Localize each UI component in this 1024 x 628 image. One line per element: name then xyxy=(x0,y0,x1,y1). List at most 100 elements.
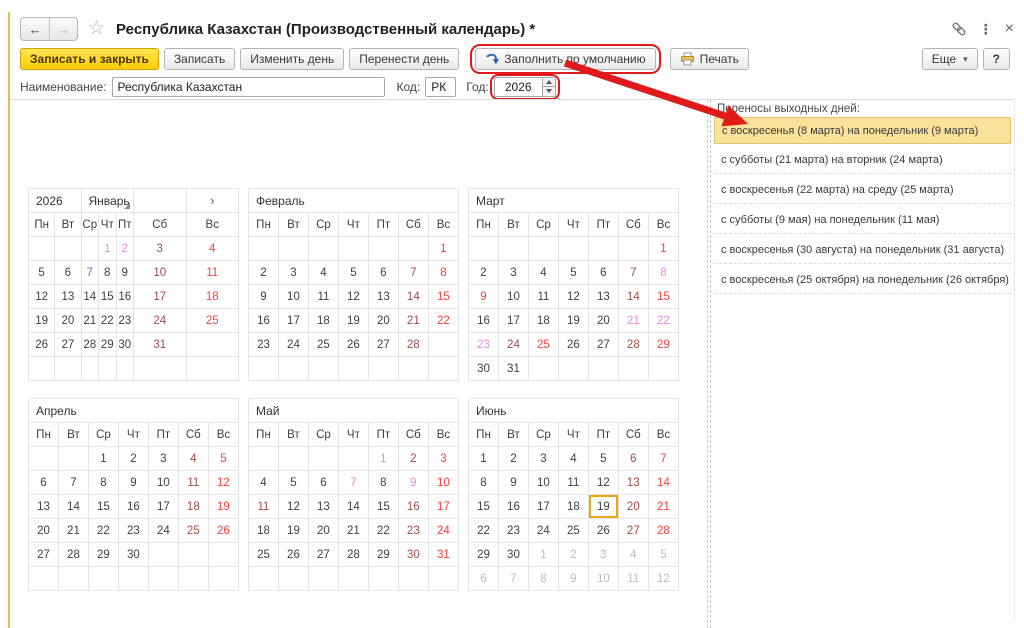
day-cell[interactable]: 20 xyxy=(368,309,398,333)
more-menu-icon[interactable]: ⋮ xyxy=(979,21,993,37)
day-cell[interactable]: 1 xyxy=(469,447,499,471)
day-cell[interactable]: 11 xyxy=(249,495,279,519)
day-cell[interactable]: 28 xyxy=(338,543,368,567)
day-cell[interactable]: 26 xyxy=(338,333,368,357)
more-button[interactable]: Еще ▾ xyxy=(922,48,978,70)
day-cell[interactable]: 26 xyxy=(29,333,55,357)
day-cell[interactable]: 1 xyxy=(428,237,458,261)
day-cell[interactable]: 27 xyxy=(618,519,648,543)
day-cell[interactable]: 19 xyxy=(29,309,55,333)
day-cell[interactable]: 12 xyxy=(29,285,55,309)
day-cell[interactable]: 21 xyxy=(58,519,88,543)
day-cell[interactable]: 19 xyxy=(278,519,308,543)
day-cell[interactable]: 16 xyxy=(118,495,148,519)
day-cell[interactable]: 3 xyxy=(278,261,308,285)
day-cell[interactable]: 31 xyxy=(134,333,187,357)
day-cell[interactable]: 30 xyxy=(398,543,428,567)
day-cell[interactable]: 6 xyxy=(469,567,499,591)
month-dropdown[interactable]: Январь xyxy=(81,189,134,213)
forward-button[interactable]: → xyxy=(49,18,77,40)
day-cell[interactable]: 20 xyxy=(29,519,59,543)
day-cell[interactable]: 9 xyxy=(118,471,148,495)
day-cell[interactable]: 8 xyxy=(88,471,118,495)
year-spinner[interactable]: 2026 xyxy=(494,77,556,97)
transfer-item[interactable]: с воскресенья (22 марта) на среду (25 ма… xyxy=(714,177,1011,204)
day-cell[interactable]: 13 xyxy=(368,285,398,309)
day-cell[interactable]: 27 xyxy=(29,543,59,567)
day-cell[interactable]: 29 xyxy=(88,543,118,567)
day-cell[interactable]: 22 xyxy=(469,519,499,543)
day-cell[interactable]: 3 xyxy=(428,447,458,471)
day-cell[interactable]: 10 xyxy=(588,567,618,591)
day-cell[interactable]: 14 xyxy=(58,495,88,519)
day-cell[interactable]: 10 xyxy=(428,471,458,495)
day-cell[interactable]: 20 xyxy=(308,519,338,543)
day-cell[interactable]: 6 xyxy=(618,447,648,471)
day-cell[interactable]: 2 xyxy=(498,447,528,471)
day-cell[interactable]: 6 xyxy=(308,471,338,495)
day-cell[interactable]: 2 xyxy=(116,237,134,261)
day-cell[interactable]: 7 xyxy=(398,261,428,285)
day-cell[interactable]: 7 xyxy=(338,471,368,495)
day-cell[interactable]: 18 xyxy=(249,519,279,543)
change-day-button[interactable]: Изменить день xyxy=(240,48,344,70)
day-cell[interactable]: 11 xyxy=(558,471,588,495)
day-cell[interactable]: 5 xyxy=(558,261,588,285)
day-cell[interactable]: 25 xyxy=(186,309,239,333)
day-cell[interactable]: 17 xyxy=(498,309,528,333)
day-cell[interactable]: 11 xyxy=(308,285,338,309)
day-cell[interactable]: 25 xyxy=(178,519,208,543)
day-cell[interactable]: 11 xyxy=(618,567,648,591)
day-cell[interactable]: 9 xyxy=(469,285,499,309)
day-cell[interactable]: 21 xyxy=(398,309,428,333)
day-cell[interactable]: 23 xyxy=(118,519,148,543)
name-input[interactable] xyxy=(112,77,385,97)
transfer-item[interactable]: с воскресенья (8 марта) на понедельник (… xyxy=(714,117,1011,144)
day-cell[interactable]: 3 xyxy=(588,543,618,567)
day-cell[interactable]: 30 xyxy=(469,357,499,381)
day-cell[interactable]: 6 xyxy=(55,261,81,285)
day-cell[interactable]: 9 xyxy=(249,285,279,309)
day-cell[interactable]: 3 xyxy=(528,447,558,471)
day-cell[interactable]: 12 xyxy=(208,471,238,495)
day-cell[interactable]: 13 xyxy=(55,285,81,309)
day-cell[interactable]: 24 xyxy=(528,519,558,543)
day-cell[interactable]: 6 xyxy=(588,261,618,285)
day-cell[interactable]: 28 xyxy=(398,333,428,357)
day-cell[interactable]: 23 xyxy=(469,333,499,357)
day-cell[interactable]: 4 xyxy=(558,447,588,471)
day-cell[interactable]: 2 xyxy=(558,543,588,567)
day-cell[interactable]: 26 xyxy=(278,543,308,567)
day-cell[interactable]: 22 xyxy=(428,309,458,333)
day-cell[interactable]: 16 xyxy=(116,285,134,309)
day-cell[interactable]: 23 xyxy=(249,333,279,357)
day-cell[interactable]: 17 xyxy=(148,495,178,519)
day-cell[interactable]: 7 xyxy=(81,261,99,285)
day-cell[interactable]: 1 xyxy=(648,237,678,261)
day-cell[interactable]: 9 xyxy=(498,471,528,495)
day-cell[interactable]: 7 xyxy=(648,447,678,471)
day-cell[interactable]: 6 xyxy=(368,261,398,285)
day-cell[interactable]: 21 xyxy=(338,519,368,543)
day-cell[interactable]: 20 xyxy=(55,309,81,333)
day-cell[interactable]: 2 xyxy=(249,261,279,285)
day-cell[interactable]: 29 xyxy=(469,543,499,567)
day-cell[interactable]: 17 xyxy=(428,495,458,519)
day-cell[interactable]: 15 xyxy=(99,285,117,309)
day-cell[interactable]: 16 xyxy=(498,495,528,519)
day-cell[interactable]: 17 xyxy=(134,285,187,309)
day-cell[interactable]: 10 xyxy=(148,471,178,495)
day-cell[interactable]: 15 xyxy=(469,495,499,519)
day-cell[interactable]: 24 xyxy=(428,519,458,543)
day-cell[interactable]: 8 xyxy=(428,261,458,285)
day-cell[interactable]: 26 xyxy=(588,519,618,543)
print-button[interactable]: Печать xyxy=(670,48,749,70)
day-cell[interactable]: 24 xyxy=(498,333,528,357)
spin-down-icon[interactable] xyxy=(543,86,555,96)
day-cell[interactable]: 5 xyxy=(29,261,55,285)
fill-default-button[interactable]: Заполнить по умолчанию xyxy=(475,48,655,70)
day-cell[interactable]: 3 xyxy=(148,447,178,471)
link-icon[interactable] xyxy=(951,21,967,37)
day-cell[interactable]: 2 xyxy=(469,261,499,285)
day-cell[interactable]: 14 xyxy=(648,471,678,495)
